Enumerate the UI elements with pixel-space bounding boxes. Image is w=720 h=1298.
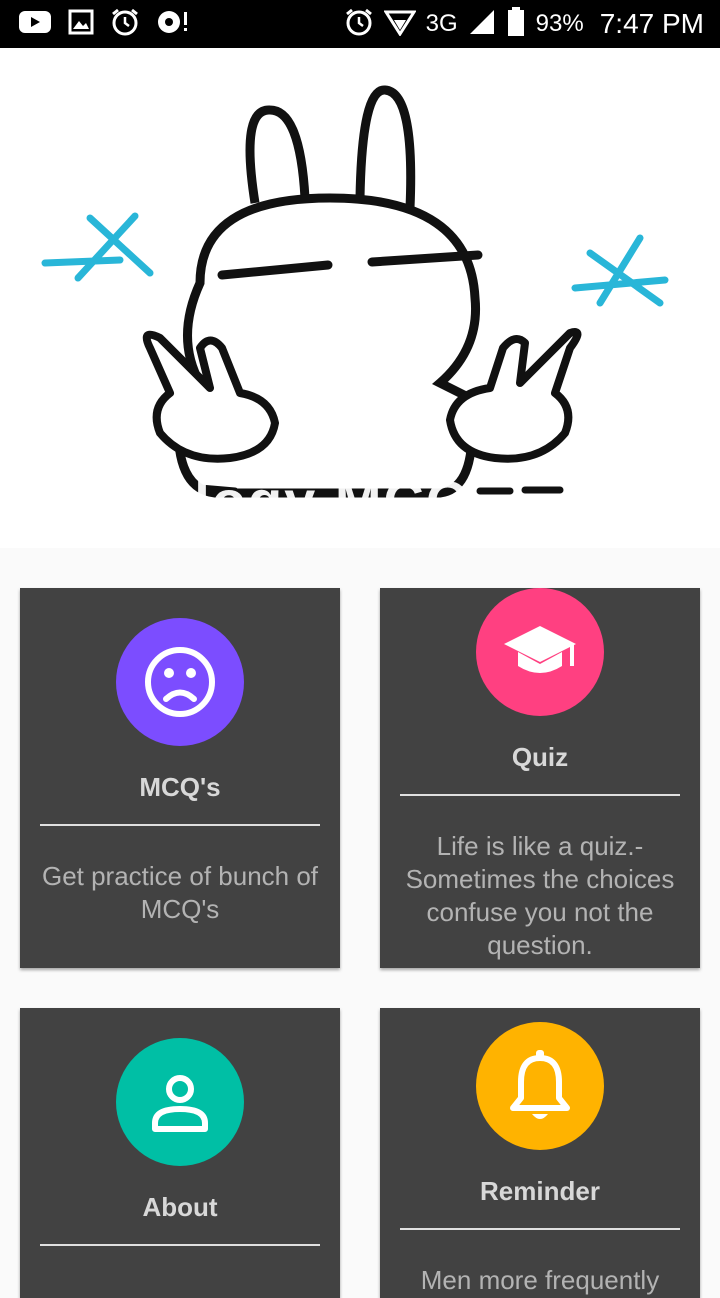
quiz-description: Life is like a quiz.- Sometimes the choi… [405,831,675,960]
wifi-icon [382,8,417,41]
alarm-icon [344,7,374,42]
about-title: About [142,1192,218,1222]
graduation-cap-icon [504,626,576,673]
clock: 7:47 PM [599,8,704,39]
about-icon-circle [116,1038,244,1166]
youtube-icon [18,9,52,40]
reminder-icon-circle [476,1022,604,1150]
header-banner: Biology MCQ [0,48,720,548]
reminder-description: Men more frequently [420,1265,660,1295]
image-icon [68,9,94,40]
quiz-title: Quiz [511,742,569,772]
signal-icon [468,8,496,41]
reminder-title: Reminder [480,1176,600,1206]
network-type: 3G [425,10,458,37]
quiz-card[interactable]: Quiz Life is like a quiz.- Sometimes the… [380,588,700,968]
mcqs-title: MCQ's [139,772,221,802]
divider [40,1244,320,1246]
divider [400,794,680,796]
mcqs-icon-circle [116,618,244,746]
app-title: Biology MCQ [98,469,472,532]
sad-face-icon [145,647,215,717]
bell-icon [510,1050,570,1119]
about-card[interactable]: About [20,1008,340,1298]
reminder-card[interactable]: Reminder Men more frequently [380,1008,700,1298]
status-bar: 3G 93% 7:47 PM [0,0,720,48]
divider [40,824,320,826]
divider [400,1228,680,1230]
quiz-icon-circle [476,588,604,716]
alarm-icon [110,7,140,42]
mcqs-card[interactable]: MCQ's Get practice of bunch of MCQ's [20,588,340,968]
battery-icon [506,6,526,42]
mcqs-description: Get practice of bunch of MCQ's [41,861,319,924]
battery-percent: 93% [535,10,584,37]
app-notification-icon [156,8,190,41]
person-icon [152,1075,208,1132]
